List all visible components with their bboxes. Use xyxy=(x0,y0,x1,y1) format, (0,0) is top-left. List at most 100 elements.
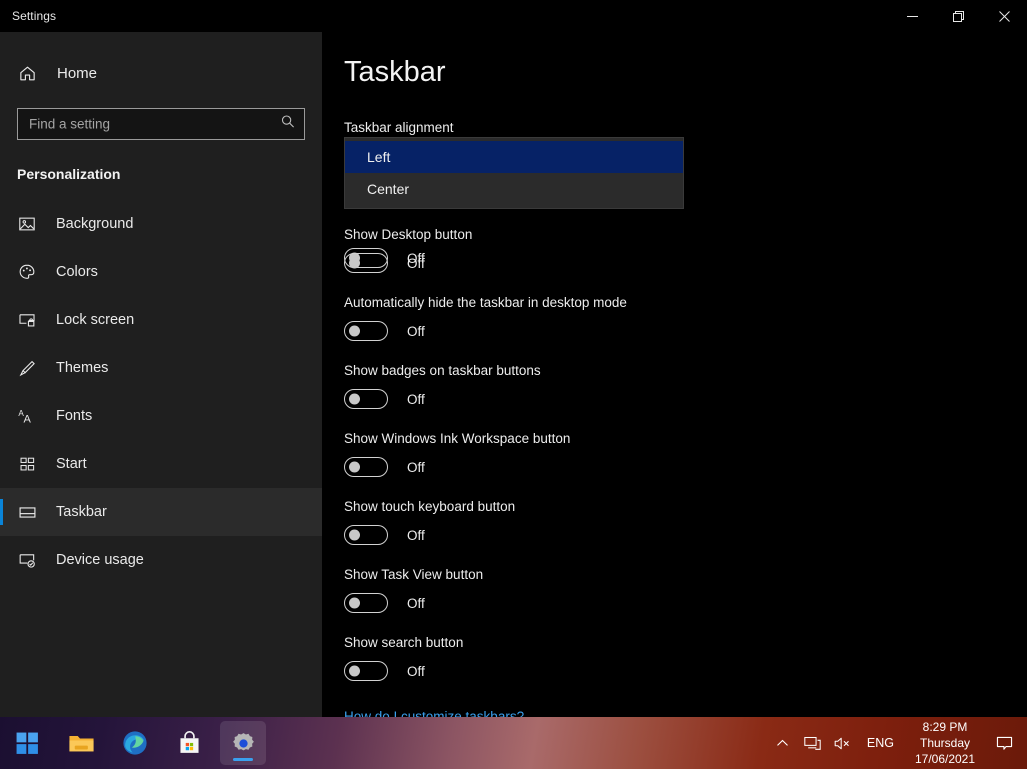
sidebar-item-label: Lock screen xyxy=(56,312,135,328)
toggle-switch[interactable] xyxy=(344,661,388,681)
taskbar-start-button[interactable] xyxy=(4,721,50,765)
sidebar-item-home[interactable]: Home xyxy=(0,53,322,93)
taskbar-icon xyxy=(17,502,37,522)
setting-row: Show touch keyboard button Off xyxy=(322,499,1027,545)
settings-window: Settings Home Find a setting Personaliza… xyxy=(0,0,1027,769)
toggle-value: Off xyxy=(407,391,425,407)
toggle-value: Off xyxy=(407,459,425,475)
brush-icon xyxy=(17,358,37,378)
search-input[interactable]: Find a setting xyxy=(17,108,305,140)
sidebar-item-label: Device usage xyxy=(56,552,144,568)
sidebar-item-colors[interactable]: Colors xyxy=(0,248,322,296)
store-bag-icon xyxy=(179,730,199,753)
toggle-switch[interactable] xyxy=(344,457,388,477)
sidebar-category-title: Personalization xyxy=(17,166,121,182)
minimize-icon xyxy=(906,15,918,17)
svg-text:A: A xyxy=(23,413,31,425)
sidebar-item-fonts[interactable]: A A Fonts xyxy=(0,392,322,440)
setting-row: Show badges on taskbar buttons Off xyxy=(322,363,1027,409)
toggle-value: Off xyxy=(407,663,425,679)
home-icon xyxy=(17,63,37,83)
setting-row: Show Desktop button Off xyxy=(322,227,1027,273)
title-bar: Settings xyxy=(0,0,1027,32)
toggle-row: Off xyxy=(344,593,1027,613)
sidebar-item-start[interactable]: Start xyxy=(0,440,322,488)
sidebar-item-label: Background xyxy=(56,216,134,232)
dropdown-option-left[interactable]: Left xyxy=(345,141,683,173)
image-icon xyxy=(17,214,37,234)
toggle-switch[interactable] xyxy=(344,525,388,545)
toggle-switch[interactable] xyxy=(344,253,388,273)
start-tiles-icon xyxy=(17,454,37,474)
toggle-row: Off xyxy=(344,457,1027,477)
taskbar-clock[interactable]: 8:29 PM Thursday 17/06/2021 xyxy=(903,719,987,767)
setting-label: Show Desktop button xyxy=(344,227,473,242)
minimize-button[interactable] xyxy=(889,0,935,32)
toggle-switch[interactable] xyxy=(344,593,388,613)
setting-row: Show Windows Ink Workspace button Off xyxy=(322,431,1027,477)
toggle-switch[interactable] xyxy=(344,321,388,341)
notification-center-button[interactable] xyxy=(987,717,1021,769)
sidebar-item-label: Taskbar xyxy=(56,504,107,520)
folder-icon xyxy=(68,735,94,751)
sidebar-home-label: Home xyxy=(57,64,98,82)
palette-icon xyxy=(17,262,37,282)
setting-label: Automatically hide the taskbar in deskto… xyxy=(344,295,627,310)
volume-muted-icon xyxy=(835,737,850,749)
toggle-value: Off xyxy=(407,323,425,339)
sidebar-item-device-usage[interactable]: Device usage xyxy=(0,536,322,584)
windows-taskbar: ENG 8:29 PM Thursday 17/06/2021 xyxy=(0,717,1027,769)
lock-screen-icon xyxy=(17,310,37,330)
tray-language-button[interactable]: ENG xyxy=(858,736,903,750)
toggle-switch[interactable] xyxy=(344,389,388,409)
settings-list: Show Desktop button Off Automatically hi… xyxy=(322,204,1027,681)
taskbar-file-explorer-button[interactable] xyxy=(58,721,104,765)
network-icon xyxy=(804,736,822,750)
toggle-value: Off xyxy=(407,255,425,271)
dropdown-option-center[interactable]: Center xyxy=(345,173,683,205)
setting-label: Show touch keyboard button xyxy=(344,499,516,514)
toggle-value: Off xyxy=(407,527,425,543)
tray-network-button[interactable] xyxy=(798,717,828,769)
toggle-row: Off xyxy=(344,321,1027,341)
taskbar-alignment-dropdown[interactable]: Left Center xyxy=(344,137,684,209)
close-icon xyxy=(998,10,1010,22)
setting-row: Show search button Off xyxy=(322,635,1027,681)
close-button[interactable] xyxy=(981,0,1027,32)
clock-time: 8:29 PM xyxy=(922,720,968,734)
chevron-up-icon xyxy=(777,739,789,746)
sidebar-item-lock-screen[interactable]: Lock screen xyxy=(0,296,322,344)
sidebar-item-label: Start xyxy=(56,456,87,472)
taskbar-settings-button[interactable] xyxy=(220,721,266,765)
taskbar-store-button[interactable] xyxy=(166,721,212,765)
restore-button[interactable] xyxy=(935,0,981,32)
sidebar-item-label: Fonts xyxy=(56,408,93,424)
setting-label: Show Task View button xyxy=(344,567,484,582)
taskbar-edge-button[interactable] xyxy=(112,721,158,765)
clock-day: Thursday xyxy=(919,736,971,750)
taskbar-app-buttons xyxy=(0,717,270,769)
system-tray: ENG 8:29 PM Thursday 17/06/2021 xyxy=(768,717,1027,769)
sidebar-item-label: Themes xyxy=(56,360,109,376)
page-title: Taskbar xyxy=(344,56,446,88)
setting-label: Show search button xyxy=(344,635,464,650)
notification-bubble-icon xyxy=(996,736,1012,750)
toggle-row: Off xyxy=(344,525,1027,545)
search-placeholder: Find a setting xyxy=(29,116,111,132)
sidebar-item-label: Colors xyxy=(56,264,98,280)
sidebar-item-themes[interactable]: Themes xyxy=(0,344,322,392)
device-usage-icon xyxy=(17,550,37,570)
sidebar-nav-list: Background Colors Lock screen Themes A A… xyxy=(0,200,322,584)
setting-label: Show badges on taskbar buttons xyxy=(344,363,541,378)
toggle-row: Off xyxy=(344,661,1027,681)
tray-volume-button[interactable] xyxy=(828,717,858,769)
setting-row: Automatically hide the taskbar in deskto… xyxy=(322,295,1027,341)
clock-date: 17/06/2021 xyxy=(914,752,976,766)
sidebar-item-background[interactable]: Background xyxy=(0,200,322,248)
window-controls xyxy=(889,0,1027,32)
taskbar-alignment-label: Taskbar alignment xyxy=(344,120,454,135)
toggle-value: Off xyxy=(407,595,425,611)
restore-icon xyxy=(952,10,964,22)
sidebar-item-taskbar[interactable]: Taskbar xyxy=(0,488,322,536)
tray-chevron-button[interactable] xyxy=(768,717,798,769)
